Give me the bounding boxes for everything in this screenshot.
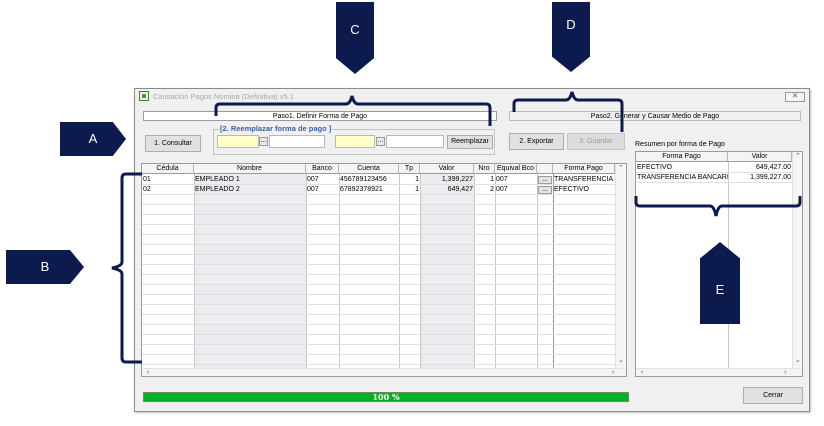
cell-nro: 2 [490,186,494,193]
cell-equival: 007 [496,186,508,193]
cell-lookup-button[interactable]: ... [538,176,552,184]
cell-forma-pago: EFECTIVO [554,186,590,193]
col-header-cuenta[interactable]: Cuenta [339,164,399,174]
cell-valor: 649,427 [447,186,473,193]
summary-horizontal-scrollbar[interactable]: ‹ › [636,368,802,376]
callout-e: E [700,242,740,324]
col-header-cedula[interactable]: Cédula [142,164,194,174]
panel1-title: Paso1. Definir Forma de Pago [143,111,497,121]
scroll-up-icon[interactable]: ⌃ [795,153,801,161]
cell-cedula: 02 [143,186,151,193]
cell-cuenta: 67892378921 [340,186,383,193]
cell-banco: 007 [307,176,319,183]
progress-bar: 100 % [143,392,629,402]
callout-d: D [552,2,590,72]
cell-forma-pago: TRANSFERENCIA BANCARIA [554,176,615,183]
cell-tp: 1 [415,186,419,193]
scroll-up-icon[interactable]: ⌃ [618,165,624,173]
cerrar-button[interactable]: Cerrar [743,387,803,404]
col-header-forma-pago[interactable]: Forma Pago [553,164,615,174]
col-header-nombre[interactable]: Nombre [194,164,306,174]
reemplazar-button[interactable]: Reemplazar [447,135,493,149]
col-header-banco[interactable]: Banco [306,164,339,174]
exportar-button[interactable]: 2. Exportar [509,133,564,150]
cell-nombre: EMPLEADO 2 [195,186,240,193]
cell-nombre: EMPLEADO 1 [195,176,240,183]
callout-a: A [60,122,126,156]
scroll-left-icon[interactable]: ‹ [147,369,149,376]
app-icon [139,91,149,101]
col-header-summary-valor[interactable]: Valor [728,152,792,162]
col-header-tp[interactable]: Tp [399,164,420,174]
summary-cell-valor: 649,427.00 [755,164,791,171]
cell-valor: 1,399,227 [441,176,473,183]
app-window: Causación Pagos Nomina (Definitiva) v5.1… [134,88,810,412]
target-desc-input[interactable] [386,135,444,148]
window-close-button[interactable]: ✕ [785,92,805,102]
col-header-nro[interactable]: Nro [474,164,495,174]
callout-b: B [6,250,84,284]
scroll-left-icon[interactable]: ‹ [641,369,643,376]
payments-grid[interactable]: Cédula Nombre Banco Cuenta Tp Valor Nro … [141,163,627,377]
cell-cedula: 01 [143,176,151,183]
cell-nro: 1 [490,176,494,183]
replace-group-label: [2. Reemplazar forma de pago ] [219,124,333,133]
scroll-right-icon[interactable]: › [612,369,614,376]
window-title: Causación Pagos Nomina (Definitiva) v5.1 [153,92,294,101]
source-code-input[interactable] [217,135,259,148]
summary-cell-forma: TRANSFERENCIA BANCARIA [637,174,728,181]
consultar-button[interactable]: 1. Consultar [145,135,201,152]
target-code-input[interactable] [335,135,375,148]
summary-cell-valor: 1,399,227.00 [750,174,791,181]
main-horizontal-scrollbar[interactable]: ‹ › [142,368,626,376]
guardar-button[interactable]: 3. Guardar [567,133,625,150]
col-header-equival[interactable]: Equival Bco [495,164,537,174]
scroll-down-icon[interactable]: ⌄ [795,357,801,365]
panel2-title: Paso2. Generar y Causar Medio de Pago [509,111,801,121]
summary-cell-forma: EFECTIVO [637,164,673,171]
source-lookup-button[interactable]: ... [259,137,268,146]
scroll-right-icon[interactable]: › [784,369,786,376]
summary-label: Resumen por forma de Pago [635,141,725,148]
source-desc-input[interactable] [269,135,325,148]
progress-label: 100 % [372,392,400,402]
cell-tp: 1 [415,176,419,183]
col-header-lookup[interactable] [537,164,553,174]
summary-vertical-scrollbar[interactable]: ⌃ ⌄ [792,152,802,368]
title-bar: Causación Pagos Nomina (Definitiva) v5.1… [135,89,809,103]
cell-banco: 007 [307,186,319,193]
main-vertical-scrollbar[interactable]: ⌃ ⌄ [615,164,626,368]
col-header-summary-forma[interactable]: Forma Pago [636,152,728,162]
scroll-down-icon[interactable]: ⌄ [618,357,624,365]
cell-equival: 007 [496,176,508,183]
cell-cuenta: 456789123456 [340,176,387,183]
target-lookup-button[interactable]: ... [376,137,385,146]
col-header-valor[interactable]: Valor [420,164,474,174]
cell-lookup-button[interactable]: ... [538,186,552,194]
callout-c: C [336,2,374,74]
